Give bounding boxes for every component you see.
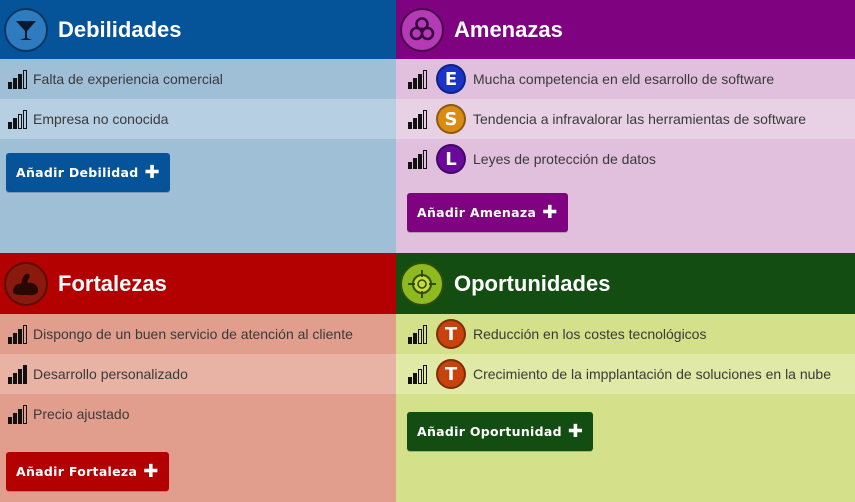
button-label: Añadir Amenaza bbox=[417, 205, 537, 220]
oportunidades-panel: Oportunidades T Reducción en los costes … bbox=[396, 253, 855, 502]
item-text: Leyes de protección de datos bbox=[473, 151, 656, 167]
button-label: Añadir Debilidad bbox=[16, 165, 139, 180]
list-item: T Crecimiento de la impplantación de sol… bbox=[396, 354, 855, 394]
letter-t-icon: T bbox=[436, 319, 466, 349]
signal-strength-icon bbox=[408, 364, 427, 384]
flexed-arm-icon bbox=[4, 261, 48, 306]
target-crosshair-icon bbox=[400, 261, 444, 306]
letter-s-icon: S bbox=[436, 104, 466, 134]
button-label: Añadir Oportunidad bbox=[417, 424, 562, 439]
amenazas-panel: Amenazas E Mucha competencia en eld esar… bbox=[396, 0, 855, 253]
plus-icon: ✚ bbox=[144, 161, 160, 183]
add-fortaleza-button[interactable]: Añadir Fortaleza ✚ bbox=[6, 452, 169, 491]
signal-strength-icon bbox=[408, 69, 427, 89]
debilidades-title: Debilidades bbox=[58, 16, 182, 42]
list-item: Empresa no conocida bbox=[0, 99, 396, 139]
item-text: Empresa no conocida bbox=[33, 111, 169, 127]
amenazas-header: Amenazas bbox=[396, 0, 855, 59]
letter-e-icon: E bbox=[436, 64, 466, 94]
letter-l-icon: L bbox=[436, 144, 466, 174]
list-item: S Tendencia a infravalorar las herramien… bbox=[396, 99, 855, 139]
item-text: Falta de experiencia comercial bbox=[33, 71, 223, 87]
list-item: Falta de experiencia comercial bbox=[0, 59, 396, 99]
fortalezas-title: Fortalezas bbox=[58, 270, 167, 296]
signal-strength-icon bbox=[408, 109, 427, 129]
add-oportunidad-button[interactable]: Añadir Oportunidad ✚ bbox=[407, 412, 594, 451]
signal-strength-icon bbox=[408, 324, 427, 344]
oportunidades-header: Oportunidades bbox=[396, 253, 855, 314]
item-text: Desarrollo personalizado bbox=[33, 366, 188, 382]
signal-strength-icon bbox=[8, 69, 27, 89]
item-text: Tendencia a infravalorar las herramienta… bbox=[473, 111, 807, 127]
signal-strength-icon bbox=[8, 324, 27, 344]
list-item: L Leyes de protección de datos bbox=[396, 139, 855, 179]
add-amenaza-button[interactable]: Añadir Amenaza ✚ bbox=[407, 193, 568, 232]
fortalezas-panel: Fortalezas Dispongo de un buen servicio … bbox=[0, 253, 396, 502]
fortalezas-header: Fortalezas bbox=[0, 253, 396, 314]
list-item: T Reducción en los costes tecnológicos bbox=[396, 314, 855, 354]
plus-icon: ✚ bbox=[143, 460, 159, 482]
list-item: Dispongo de un buen servicio de atención… bbox=[0, 314, 396, 354]
item-text: Crecimiento de la impplantación de soluc… bbox=[473, 366, 831, 382]
add-debilidad-button[interactable]: Añadir Debilidad ✚ bbox=[6, 153, 170, 192]
list-item: Desarrollo personalizado bbox=[0, 354, 396, 394]
item-text: Mucha competencia en eld esarrollo de so… bbox=[473, 71, 775, 87]
oportunidades-title: Oportunidades bbox=[454, 270, 611, 296]
list-item: E Mucha competencia en eld esarrollo de … bbox=[396, 59, 855, 99]
biohazard-icon bbox=[400, 7, 444, 52]
debilidades-panel: Debilidades Falta de experiencia comerci… bbox=[0, 0, 396, 253]
amenazas-title: Amenazas bbox=[454, 16, 563, 42]
item-text: Precio ajustado bbox=[33, 406, 130, 422]
signal-strength-icon bbox=[8, 109, 27, 129]
signal-strength-icon bbox=[408, 149, 427, 169]
signal-strength-icon bbox=[8, 404, 27, 424]
item-text: Dispongo de un buen servicio de atención… bbox=[33, 326, 353, 342]
plus-icon: ✚ bbox=[542, 201, 558, 223]
debilidades-header: Debilidades bbox=[0, 0, 396, 59]
signal-strength-icon bbox=[8, 364, 27, 384]
plus-icon: ✚ bbox=[567, 420, 584, 442]
letter-t-icon: T bbox=[436, 359, 466, 389]
item-text: Reducción en los costes tecnológicos bbox=[473, 326, 707, 342]
button-label: Añadir Fortaleza bbox=[16, 464, 138, 479]
list-item: Precio ajustado bbox=[0, 394, 396, 434]
cocktail-glass-icon bbox=[4, 7, 48, 52]
